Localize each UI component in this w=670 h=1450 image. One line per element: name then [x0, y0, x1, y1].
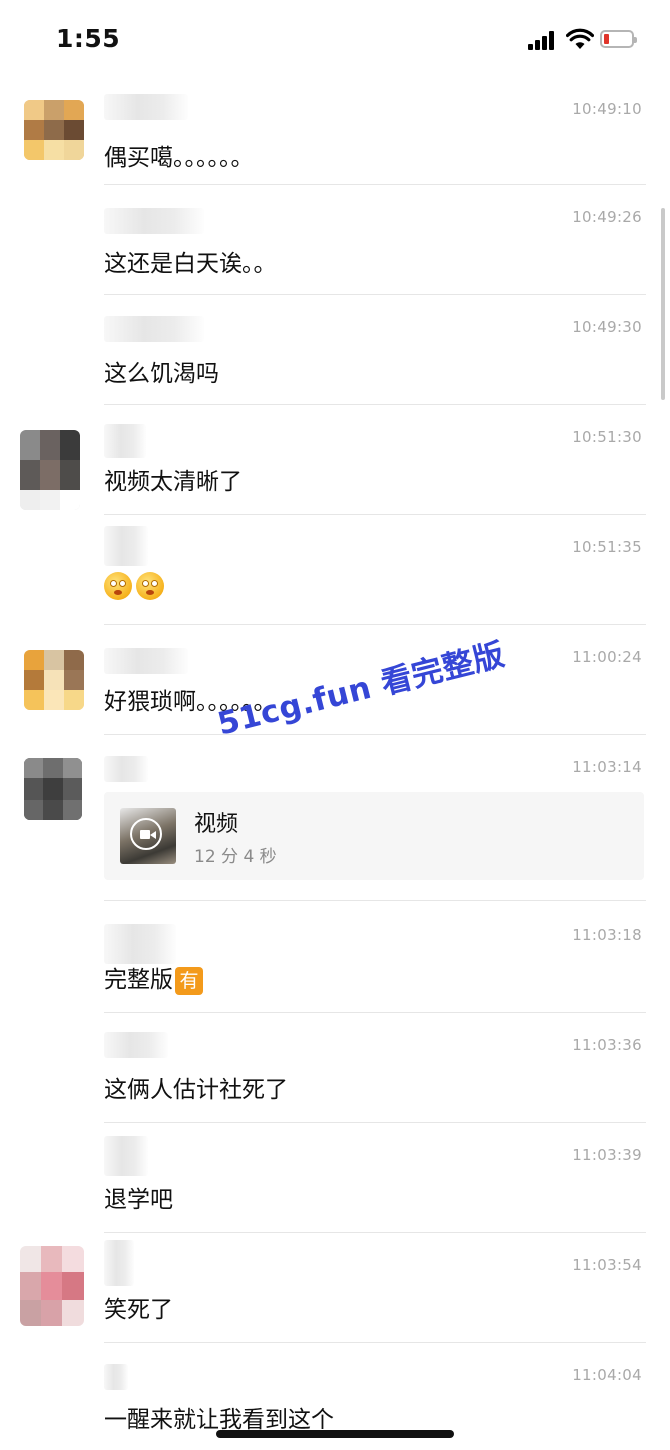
message-time: 11:03:54	[572, 1256, 642, 1274]
video-message-card[interactable]: 视频 12 分 4 秒	[104, 792, 644, 880]
sender-name-blurred	[104, 1240, 134, 1286]
divider	[104, 184, 646, 185]
message-time: 10:51:30	[572, 428, 642, 446]
wifi-icon	[566, 28, 594, 49]
sender-name-blurred	[104, 316, 204, 342]
status-bar: 1:55	[0, 0, 670, 80]
divider	[104, 900, 646, 901]
video-thumbnail[interactable]	[120, 808, 176, 864]
message-time: 11:04:04	[572, 1366, 642, 1384]
message-text: 退学吧	[104, 1187, 173, 1213]
message-time: 11:03:18	[572, 926, 642, 944]
divider	[104, 1232, 646, 1233]
home-indicator[interactable]	[216, 1430, 454, 1438]
cellular-signal-icon	[528, 30, 560, 50]
divider	[104, 404, 646, 405]
message-time: 11:03:14	[572, 758, 642, 776]
message-time: 11:03:36	[572, 1036, 642, 1054]
you-badge-icon: 有	[175, 966, 203, 995]
divider	[104, 1122, 646, 1123]
message-text: 这俩人估计社死了	[104, 1077, 288, 1103]
divider	[104, 1012, 646, 1013]
sender-name-blurred	[104, 94, 188, 120]
sender-name-blurred	[104, 526, 148, 566]
divider	[104, 514, 646, 515]
sender-name-blurred	[104, 648, 188, 674]
divider	[104, 624, 646, 625]
divider	[104, 1342, 646, 1343]
flushed-face-emoji-icon	[136, 572, 164, 600]
message-text: 完整版有	[104, 960, 203, 995]
message-text-content: 完整版	[104, 967, 173, 993]
message-text: 这还是白天诶。。	[104, 251, 277, 277]
divider	[104, 294, 646, 295]
avatar[interactable]	[20, 430, 80, 510]
sender-name-blurred	[104, 1032, 168, 1058]
sender-name-blurred	[104, 1136, 148, 1176]
sender-name-blurred	[104, 208, 204, 234]
sender-name-blurred	[104, 924, 176, 964]
battery-icon	[600, 30, 637, 48]
avatar[interactable]	[24, 758, 82, 820]
sender-name-blurred	[104, 424, 146, 458]
message-time: 11:00:24	[572, 648, 642, 666]
avatar[interactable]	[20, 1246, 84, 1326]
message-time: 11:03:39	[572, 1146, 642, 1164]
divider	[104, 734, 646, 735]
avatar[interactable]	[24, 650, 84, 710]
video-duration: 12 分 4 秒	[194, 847, 277, 867]
scrollbar[interactable]	[661, 208, 665, 400]
message-text: 视频太清晰了	[104, 469, 242, 495]
message-text: 这么饥渴吗	[104, 361, 219, 387]
flushed-face-emoji-icon	[104, 572, 132, 600]
message-text: 笑死了	[104, 1297, 173, 1323]
message-text: 偶买噶。。。。。。	[104, 145, 254, 171]
sender-name-blurred	[104, 756, 148, 782]
message-emoji	[104, 572, 168, 600]
message-text: 一醒来就让我看到这个	[104, 1407, 334, 1433]
avatar[interactable]	[24, 100, 84, 160]
video-title: 视频	[194, 812, 239, 837]
message-time: 10:49:26	[572, 208, 642, 226]
status-time: 1:55	[56, 24, 121, 53]
sender-name-blurred	[104, 1364, 128, 1390]
camera-icon	[140, 830, 150, 839]
message-time: 10:51:35	[572, 538, 642, 556]
message-time: 10:49:30	[572, 318, 642, 336]
message-time: 10:49:10	[572, 100, 642, 118]
